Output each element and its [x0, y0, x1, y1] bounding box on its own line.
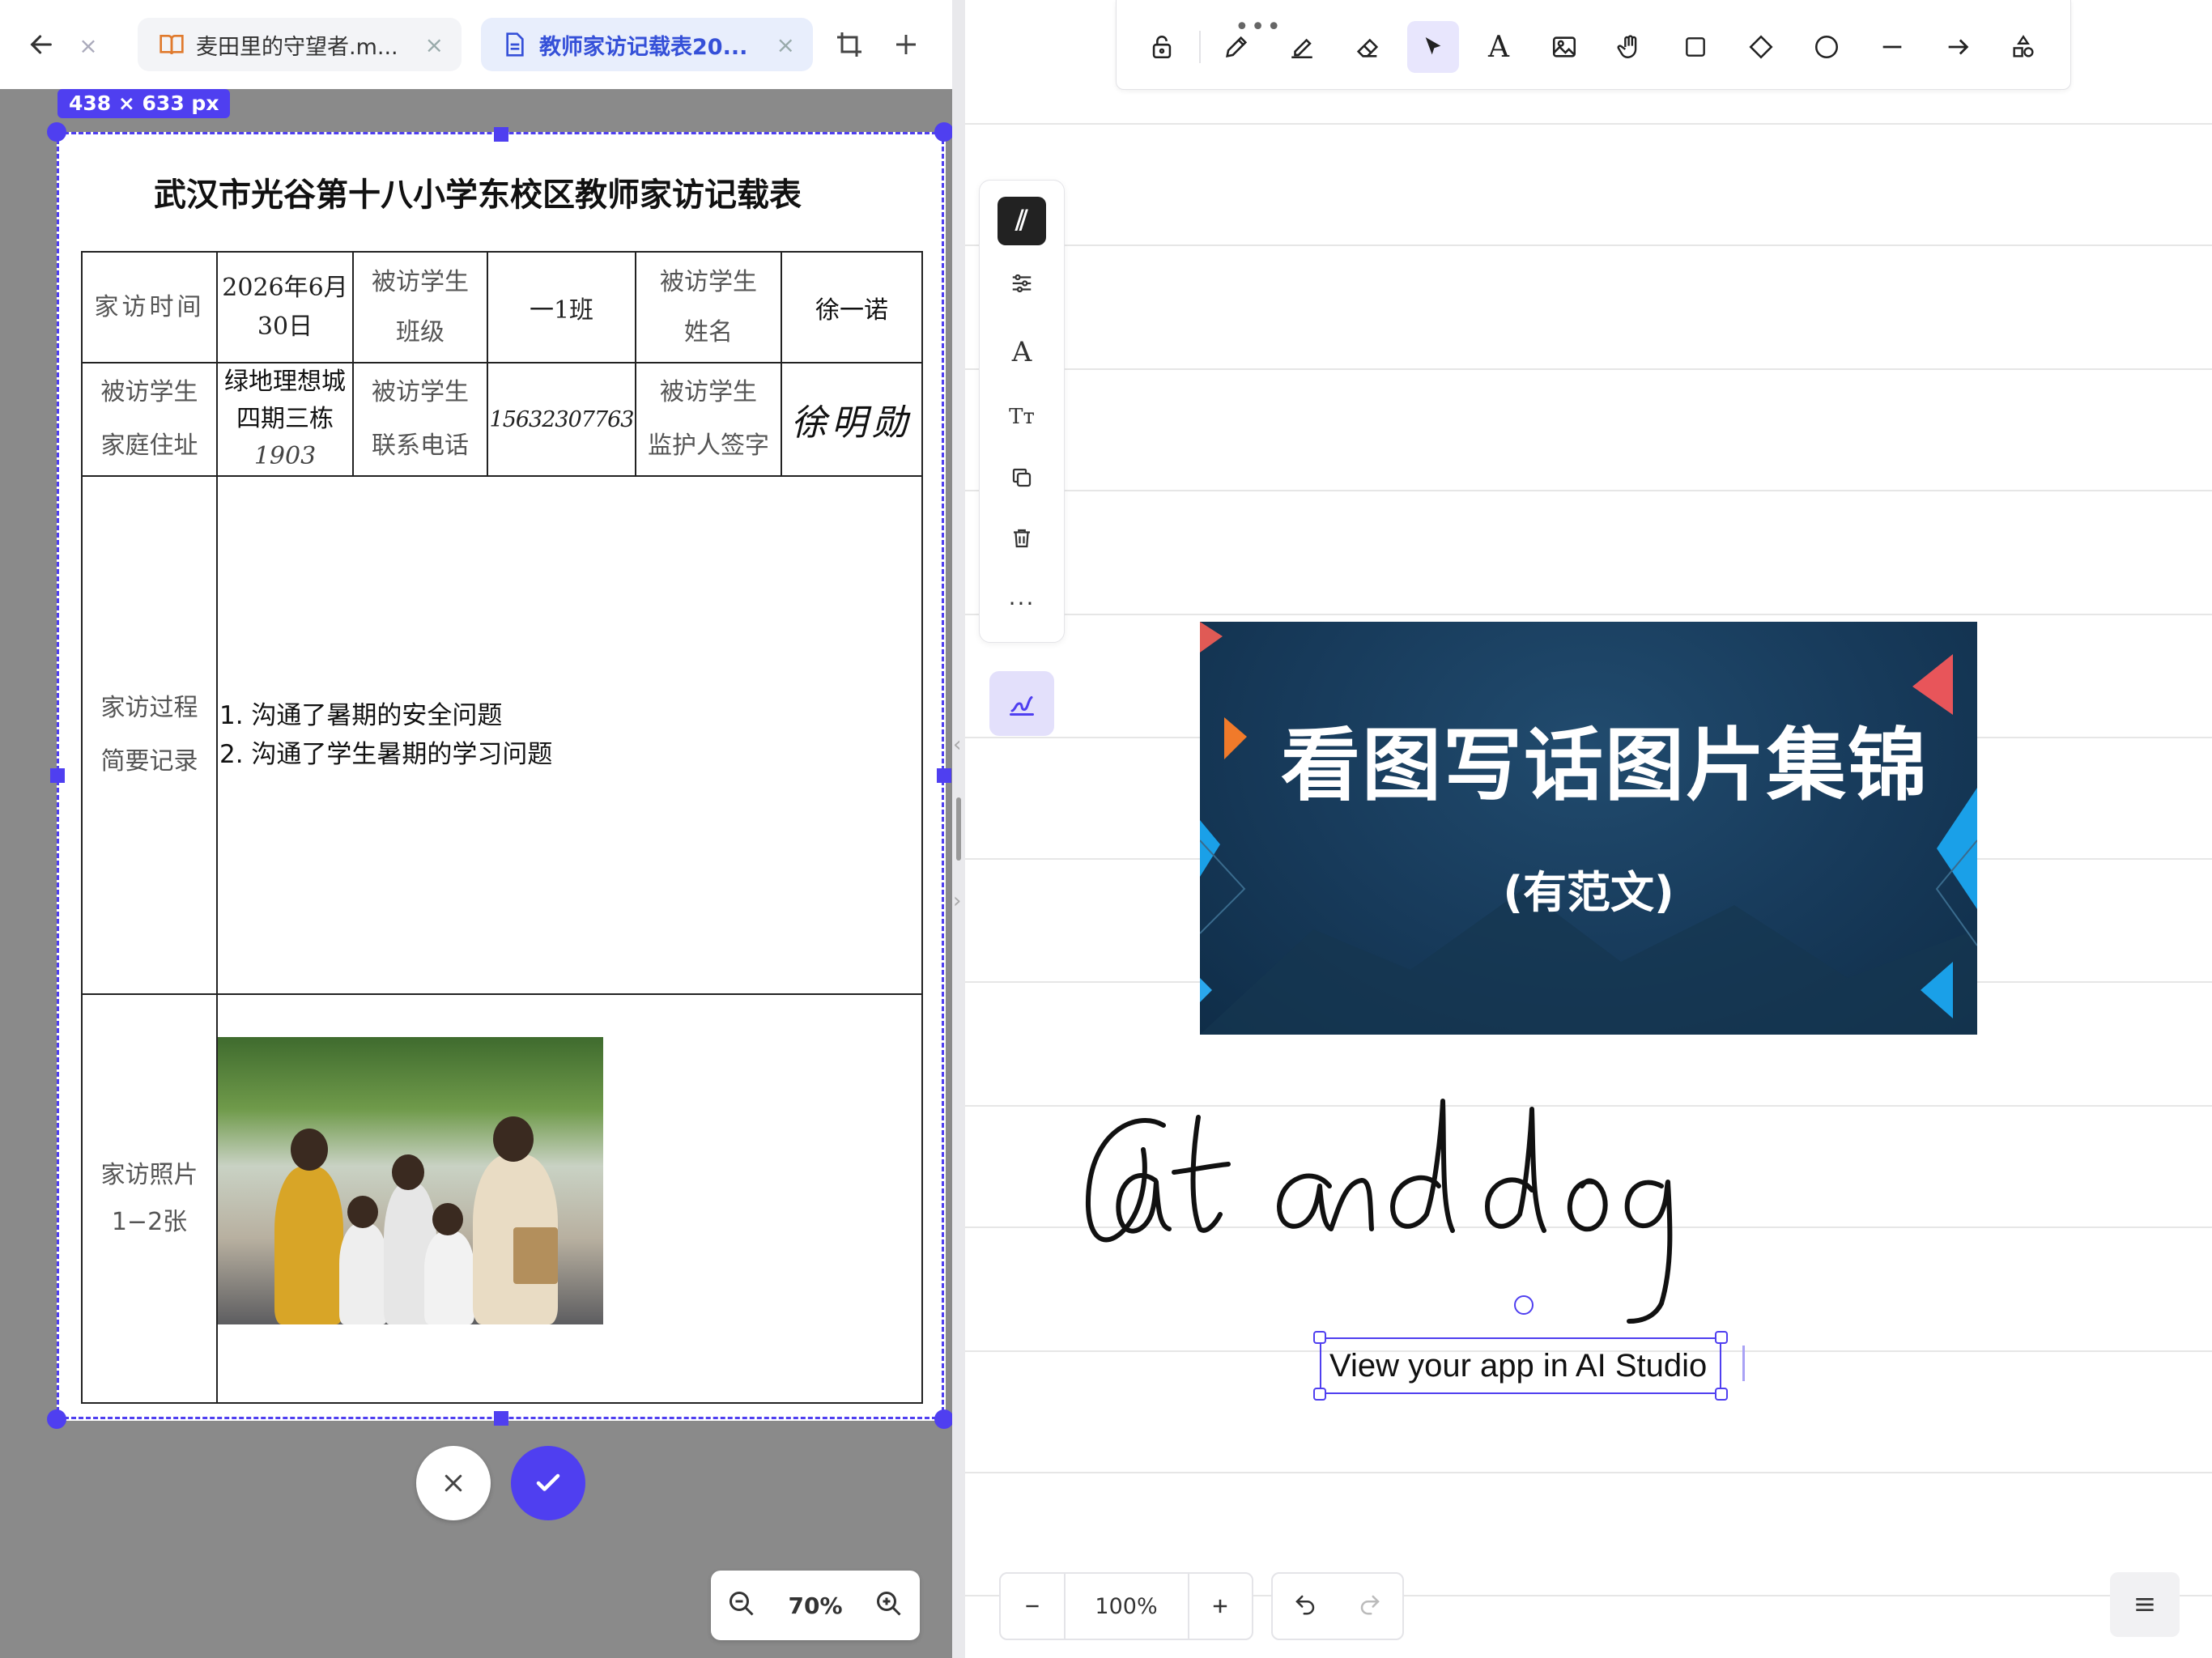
close-icon[interactable]: ×: [425, 32, 444, 58]
delete-icon[interactable]: [996, 512, 1048, 564]
close-icon: [445, 1474, 462, 1492]
close-icon[interactable]: ×: [776, 32, 795, 58]
picture-banner[interactable]: 看图写话图片集锦 (有范文): [1200, 622, 1977, 1035]
new-tab-icon[interactable]: [886, 24, 926, 65]
tab-title: 麦田里的守望者.m...: [196, 34, 398, 60]
pen-icon[interactable]: [1210, 21, 1262, 73]
zoom-level: 70%: [788, 1592, 843, 1619]
rotate-handle[interactable]: [1514, 1295, 1534, 1315]
circle-icon[interactable]: [1801, 21, 1853, 73]
line-icon[interactable]: [1866, 21, 1918, 73]
crop-handle-bottom-left[interactable]: [47, 1409, 66, 1429]
textbox-handle-bottom-right[interactable]: [1715, 1388, 1728, 1401]
arrow-icon[interactable]: [1932, 21, 1984, 73]
history-controls: [1271, 1572, 1404, 1640]
tab-bar: × 麦田里的守望者.m... × 教师家访记载表20... ×: [0, 0, 952, 89]
crop-handle-top-right[interactable]: [934, 122, 954, 142]
zoom-out-icon[interactable]: [727, 1589, 756, 1622]
crop-handle-bottom[interactable]: [494, 1411, 508, 1426]
confirm-crop-button[interactable]: [511, 1446, 585, 1520]
scribble-icon: [1010, 696, 1034, 716]
handwriting-stroke[interactable]: [1078, 1085, 2010, 1336]
minus-icon: [1026, 1605, 1039, 1608]
plus-icon: [1214, 1599, 1227, 1613]
hand-icon[interactable]: [1604, 21, 1656, 73]
menu-button[interactable]: [2110, 1572, 2180, 1637]
text-icon[interactable]: A: [1473, 21, 1525, 73]
zoom-out-button[interactable]: [1001, 1574, 1066, 1639]
canvas-zoom-control: 100%: [999, 1572, 1253, 1640]
banner-decoration: [1200, 622, 1977, 1035]
more-options-icon[interactable]: ···: [996, 577, 1048, 629]
chevron-right-icon[interactable]: ›: [953, 889, 961, 913]
crop-size-badge: 438 × 633 px: [57, 89, 231, 118]
text-size-icon[interactable]: Tт: [996, 391, 1048, 443]
crop-handle-right[interactable]: [937, 768, 951, 783]
shapes-icon[interactable]: [1997, 21, 2049, 73]
book-icon: [155, 32, 188, 57]
eraser-icon[interactable]: [1342, 21, 1393, 73]
crop-action-row: [0, 1446, 952, 1520]
image-icon[interactable]: [1538, 21, 1590, 73]
whiteboard-canvas[interactable]: ••• A ⫽ A Tт ··· 看图写话图片集锦 (有范文) View you…: [965, 0, 2212, 1658]
lock-icon[interactable]: [1136, 21, 1188, 73]
menu-icon: [2136, 1598, 2154, 1611]
textbox-handle-top-left[interactable]: [1313, 1331, 1326, 1344]
banner-subtitle: (有范文): [1503, 867, 1674, 918]
text-cursor: [1742, 1346, 1745, 1381]
highlighter-icon[interactable]: [1276, 21, 1328, 73]
tab-title: 教师家访记载表20...: [539, 34, 748, 60]
zoom-in-icon[interactable]: [874, 1589, 904, 1622]
crop-handle-top-left[interactable]: [47, 122, 66, 142]
drawing-toolbar: ••• A: [1116, 0, 2071, 90]
undo-icon[interactable]: [1293, 1592, 1317, 1620]
crop-handle-top[interactable]: [494, 127, 508, 142]
cancel-crop-button[interactable]: [416, 1446, 491, 1520]
pointer-icon[interactable]: [1407, 21, 1459, 73]
banner-title: 看图写话图片集锦: [1280, 720, 1929, 812]
text-box[interactable]: View your app in AI Studio: [1320, 1337, 1721, 1394]
diamond-icon[interactable]: [1735, 21, 1787, 73]
fill-pattern-icon[interactable]: ⫽: [996, 195, 1048, 247]
crop-selection-frame[interactable]: [57, 132, 944, 1419]
divider-handle[interactable]: [956, 797, 961, 861]
crop-handle-left[interactable]: [50, 768, 65, 783]
sliders-icon[interactable]: [996, 257, 1048, 309]
font-icon[interactable]: A: [996, 326, 1048, 378]
textbox-handle-top-right[interactable]: [1715, 1331, 1728, 1344]
redo-icon[interactable]: [1358, 1592, 1382, 1620]
split-view-divider[interactable]: ‹ ›: [952, 0, 965, 1658]
document-icon: [499, 32, 531, 57]
chevron-left-icon[interactable]: ‹: [953, 733, 961, 757]
check-icon: [536, 1473, 560, 1491]
pdf-crop-pane: × 麦田里的守望者.m... × 教师家访记载表20... × 武汉市光谷第十八…: [0, 0, 954, 1658]
close-tab-icon[interactable]: ×: [76, 29, 100, 62]
crop-icon[interactable]: [829, 24, 870, 65]
object-properties-toolbar: ⫽ A Tт ···: [979, 180, 1065, 643]
canvas-zoom-level[interactable]: 100%: [1066, 1574, 1188, 1639]
tab-document[interactable]: 教师家访记载表20... ×: [481, 18, 813, 71]
textbox-handle-bottom-left[interactable]: [1313, 1388, 1326, 1401]
crop-zoom-control: 70%: [711, 1571, 920, 1640]
crop-handle-bottom-right[interactable]: [934, 1409, 954, 1429]
rectangle-icon[interactable]: [1670, 21, 1721, 73]
handwriting-mode-button[interactable]: [989, 671, 1054, 736]
duplicate-icon[interactable]: [996, 452, 1048, 504]
tab-book[interactable]: 麦田里的守望者.m... ×: [138, 18, 462, 71]
zoom-in-button[interactable]: [1187, 1574, 1253, 1639]
back-arrow-icon[interactable]: [21, 24, 62, 65]
